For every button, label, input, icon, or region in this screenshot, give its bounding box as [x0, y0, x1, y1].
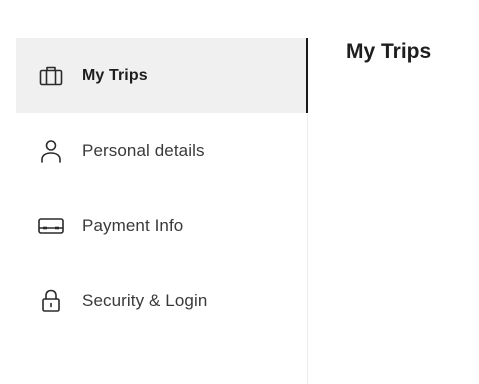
sidebar-item-label: Payment Info	[82, 215, 184, 235]
credit-card-icon	[38, 214, 64, 238]
sidebar-item-label: Personal details	[82, 140, 205, 160]
account-sidebar: My Trips Personal details Payment Info S…	[16, 38, 308, 384]
sidebar-item-label: My Trips	[82, 66, 148, 84]
person-icon	[38, 139, 64, 163]
sidebar-divider	[307, 114, 308, 384]
sidebar-item-security-login[interactable]: Security & Login	[16, 263, 308, 338]
account-page: My Trips Personal details Payment Info S…	[0, 0, 479, 384]
briefcase-icon	[38, 64, 64, 88]
page-title: My Trips	[346, 40, 432, 63]
sidebar-item-payment-info[interactable]: Payment Info	[16, 188, 308, 263]
sidebar-item-personal-details[interactable]: Personal details	[16, 113, 308, 188]
sidebar-item-label: Security & Login	[82, 290, 208, 310]
lock-icon	[38, 289, 64, 313]
sidebar-item-my-trips[interactable]: My Trips	[16, 38, 308, 113]
